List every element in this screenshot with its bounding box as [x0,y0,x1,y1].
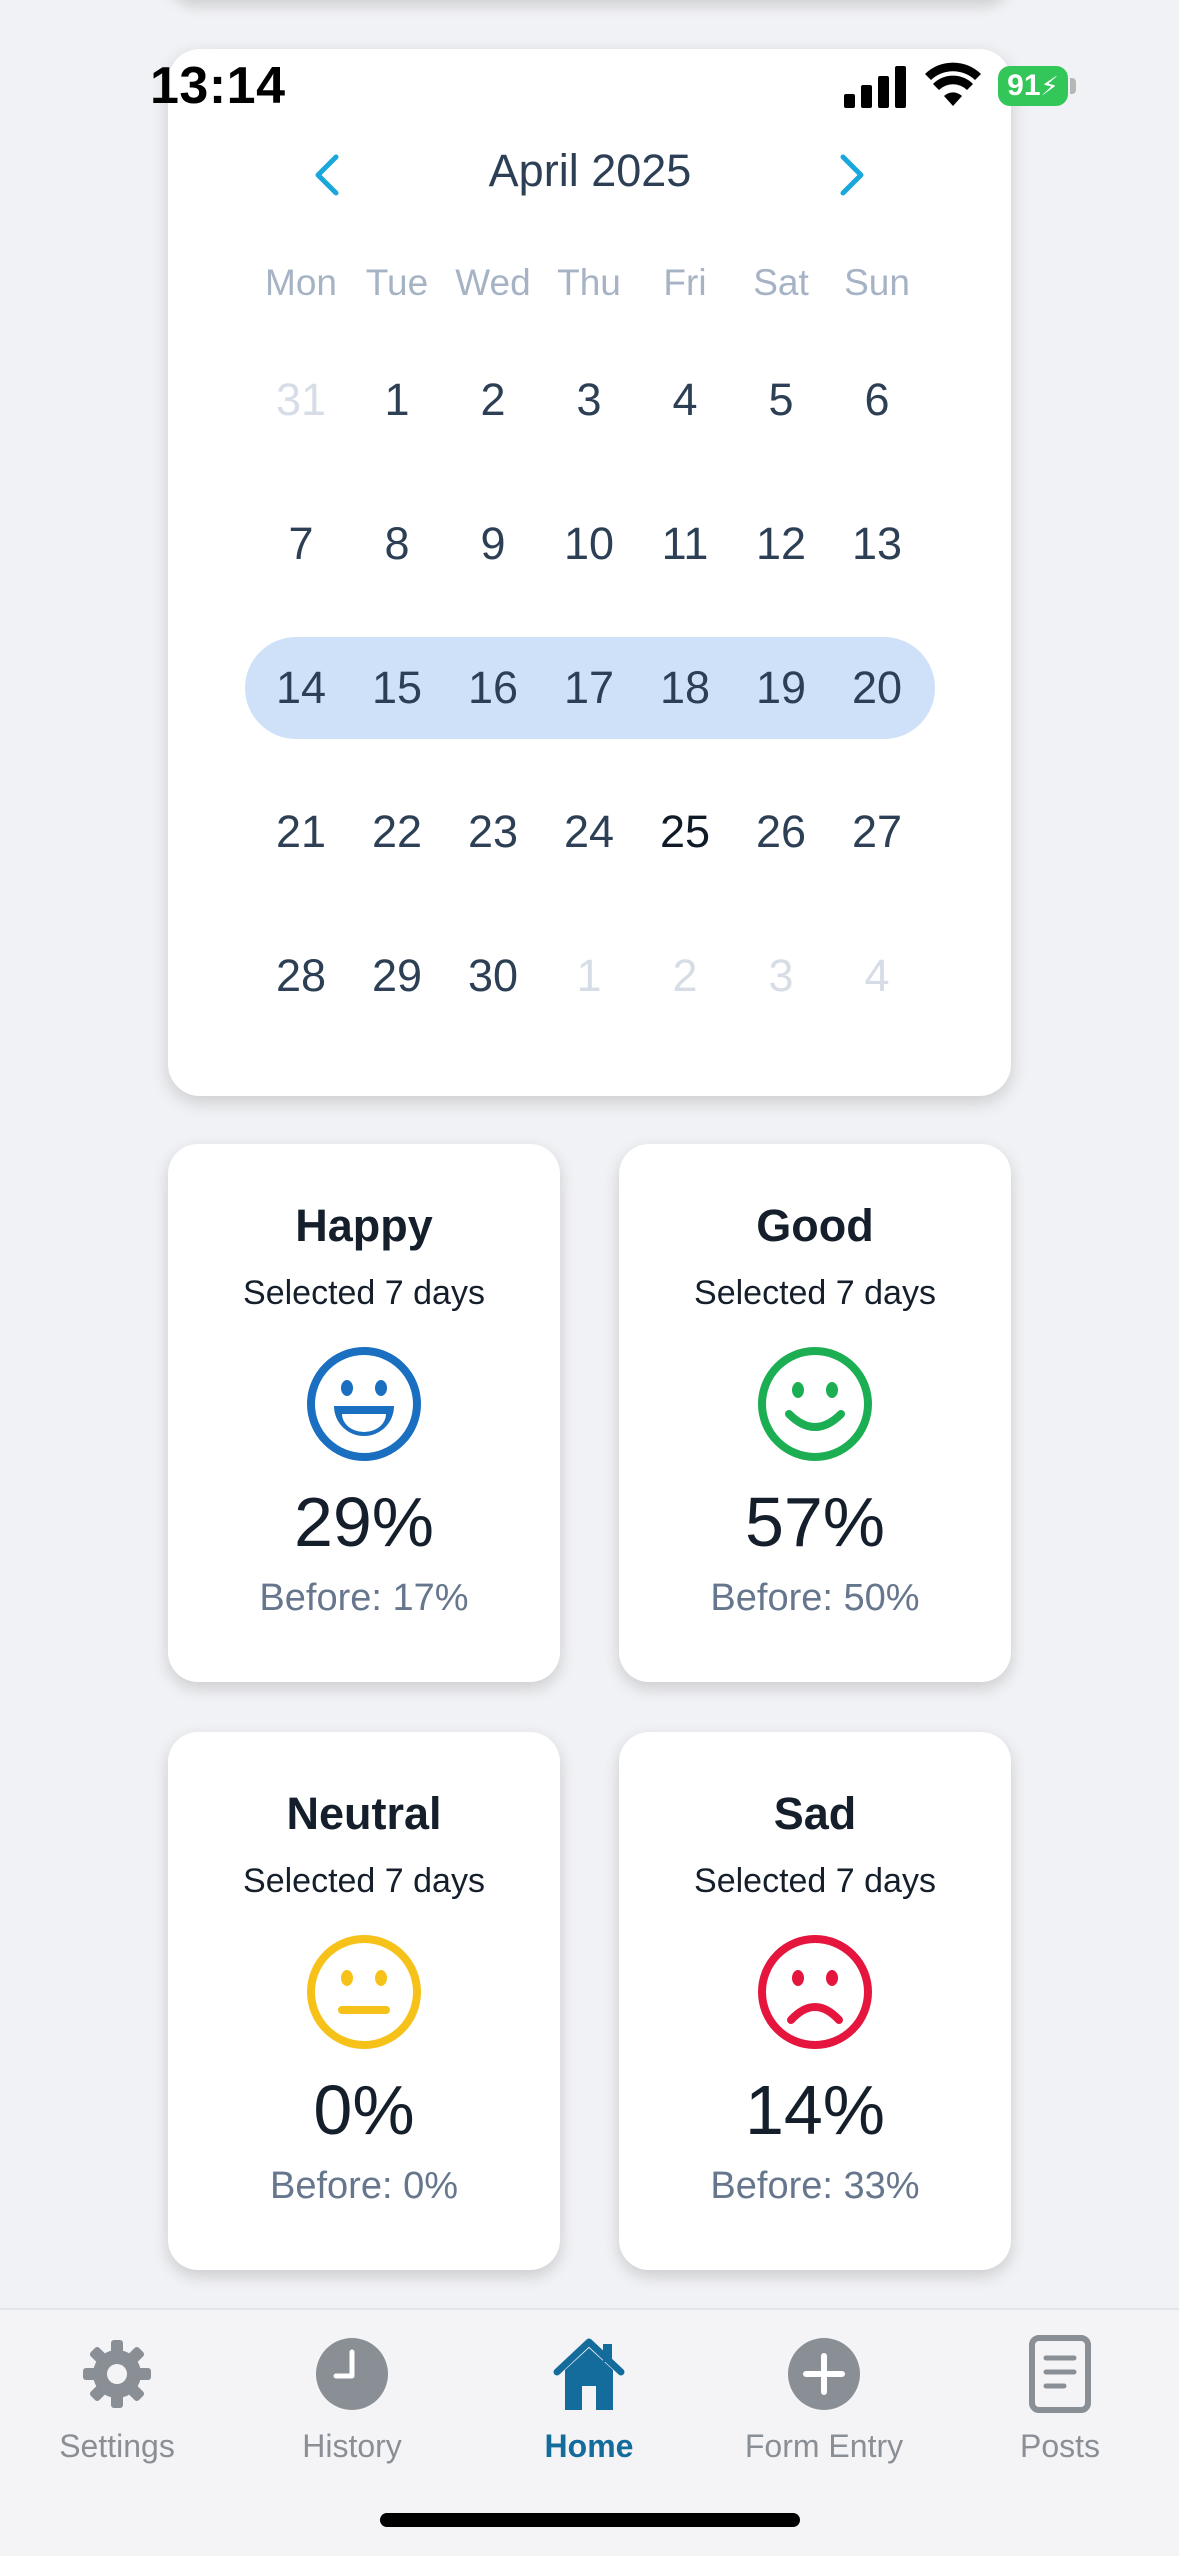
weekday-label: Tue [365,262,429,303]
calendar-day[interactable]: 29 [349,941,445,1011]
calendar-day[interactable]: 31 [253,365,349,435]
calendar-day[interactable]: 2 [637,941,733,1011]
tab-label: History [302,2428,402,2464]
mood-card-sad[interactable]: Sad Selected 7 days 14% Before: 33% [619,1732,1011,2270]
neutral-face-icon [307,1935,421,2049]
tab-home[interactable]: Home [489,2330,689,2470]
calendar-day[interactable]: 6 [829,365,925,435]
calendar-day[interactable]: 25 [637,797,733,867]
smile-face-icon [758,1347,872,1461]
calendar-day[interactable]: 27 [829,797,925,867]
calendar-day[interactable]: 30 [445,941,541,1011]
calendar-day[interactable]: 23 [445,797,541,867]
mood-subtitle: Selected 7 days [694,1862,936,1900]
calendar-day[interactable]: 14 [253,653,349,723]
sad-face-icon [758,1935,872,2049]
calendar-day[interactable]: 9 [445,509,541,579]
mood-card-neutral[interactable]: Neutral Selected 7 days 0% Before: 0% [168,1732,560,2270]
tab-label: Home [544,2428,634,2464]
calendar-day[interactable]: 20 [829,653,925,723]
calendar-day[interactable]: 8 [349,509,445,579]
cellular-signal-icon [844,66,906,108]
gear-icon [83,2340,151,2408]
weekday-label: Sat [753,262,809,303]
home-icon [553,2338,625,2410]
happy-face-icon [307,1347,421,1461]
mood-subtitle: Selected 7 days [694,1274,936,1312]
calendar-day[interactable]: 1 [541,941,637,1011]
calendar-day[interactable]: 13 [829,509,925,579]
mood-card-good[interactable]: Good Selected 7 days 57% Before: 50% [619,1144,1011,1682]
calendar-day[interactable]: 5 [733,365,829,435]
calendar-day[interactable]: 15 [349,653,445,723]
mood-title: Happy [295,1200,433,1251]
clock-icon [316,2338,388,2410]
tab-label: Form Entry [744,2428,904,2464]
tab-settings[interactable]: Settings [17,2330,217,2470]
status-time: 13:14 [150,57,286,115]
calendar-day[interactable]: 10 [541,509,637,579]
calendar-day[interactable]: 21 [253,797,349,867]
battery-level: 91 ⚡ [998,66,1068,106]
mood-percentage: 57% [744,1483,886,1561]
document-icon [1029,2335,1091,2413]
battery-icon: 91 ⚡ [998,66,1076,106]
wifi-icon [925,62,981,106]
mood-percentage: 14% [744,2071,886,2149]
mood-previous-percentage: Before: 50% [710,1577,920,1619]
mood-previous-percentage: Before: 17% [259,1577,469,1619]
app-screen: 13:14 91 ⚡ April 2025 Mon Tue Wed Thu Fr… [0,0,1179,2556]
mood-card-happy[interactable]: Happy Selected 7 days 29% Before: 17% [168,1144,560,1682]
home-indicator [380,2513,800,2527]
mood-percentage: 0% [313,2071,415,2149]
calendar-day[interactable]: 3 [541,365,637,435]
calendar-day[interactable]: 26 [733,797,829,867]
calendar-day[interactable]: 24 [541,797,637,867]
calendar-day[interactable]: 28 [253,941,349,1011]
mood-subtitle: Selected 7 days [243,1274,485,1312]
mood-title: Good [756,1200,874,1251]
calendar-day[interactable]: 7 [253,509,349,579]
status-bar: 13:14 91 ⚡ [0,0,1179,160]
calendar-day[interactable]: 2 [445,365,541,435]
tab-label: Settings [59,2428,175,2464]
calendar-day[interactable]: 4 [829,941,925,1011]
calendar-day[interactable]: 16 [445,653,541,723]
mood-title: Sad [773,1788,857,1839]
calendar-day[interactable]: 19 [733,653,829,723]
plus-circle-icon [788,2338,860,2410]
weekday-label: Thu [557,262,621,303]
calendar-day[interactable]: 4 [637,365,733,435]
weekday-label: Sun [844,262,910,303]
weekday-header-row: Mon Tue Wed Thu Fri Sat Sun [0,262,1179,312]
mood-title: Neutral [286,1788,442,1839]
calendar-day[interactable]: 12 [733,509,829,579]
weekday-label: Wed [455,262,531,303]
calendar-day[interactable]: 3 [733,941,829,1011]
calendar-day[interactable]: 18 [637,653,733,723]
mood-subtitle: Selected 7 days [243,1862,485,1900]
calendar-day[interactable]: 11 [637,509,733,579]
tab-form-entry[interactable]: Form Entry [724,2330,924,2470]
calendar-day[interactable]: 1 [349,365,445,435]
mood-percentage: 29% [293,1483,435,1561]
calendar-day[interactable]: 22 [349,797,445,867]
tab-history[interactable]: History [252,2330,452,2470]
mood-previous-percentage: Before: 33% [710,2165,920,2207]
tab-posts[interactable]: Posts [960,2330,1160,2470]
weekday-label: Fri [663,262,707,303]
calendar-day[interactable]: 17 [541,653,637,723]
mood-previous-percentage: Before: 0% [270,2165,458,2207]
tab-label: Posts [1019,2428,1101,2464]
weekday-label: Mon [265,262,337,303]
